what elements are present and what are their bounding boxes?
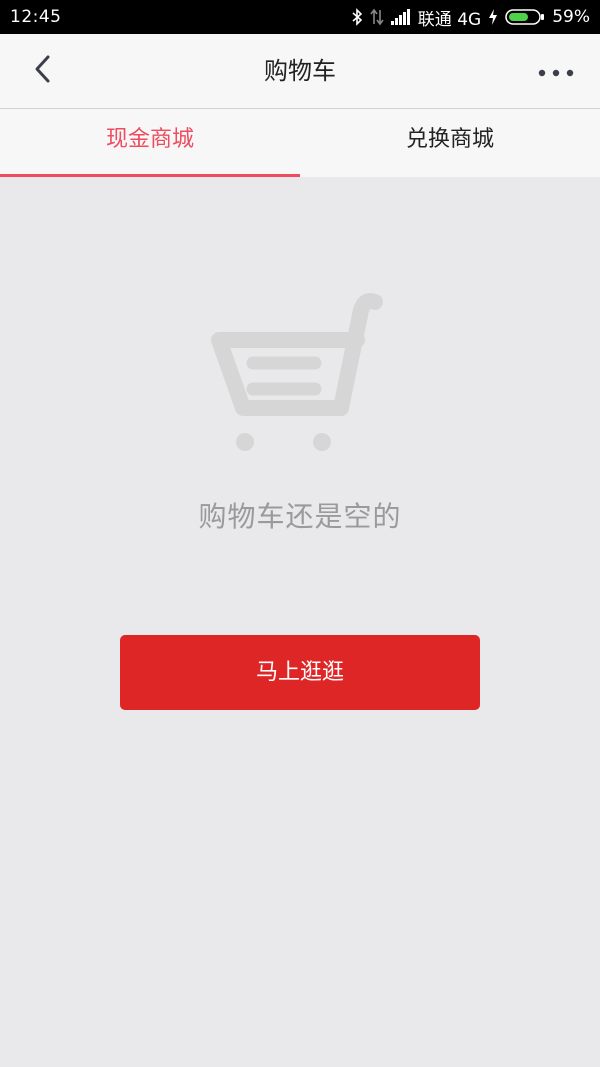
- status-bar: 12:45 联通 4G 59%: [0, 0, 600, 34]
- charging-icon: [488, 8, 498, 26]
- go-shopping-button[interactable]: 马上逛逛: [120, 635, 480, 710]
- signal-icon: [390, 9, 411, 25]
- tab-exchange-mall[interactable]: 兑换商城: [300, 109, 600, 177]
- status-time: 12:45: [10, 7, 62, 27]
- empty-cart-message: 购物车还是空的: [198, 500, 402, 533]
- battery-percent: 59%: [552, 7, 590, 27]
- tab-label: 现金商城: [105, 127, 194, 152]
- tab-bar: 现金商城 兑换商城: [0, 109, 600, 177]
- data-arrows-icon: [370, 8, 384, 26]
- more-button[interactable]: [534, 51, 578, 91]
- tab-active-indicator: [0, 174, 300, 177]
- tab-cash-mall[interactable]: 现金商城: [0, 109, 300, 177]
- carrier-label: 联通 4G: [417, 9, 482, 30]
- battery-icon: [505, 8, 545, 26]
- tab-label: 兑换商城: [405, 127, 494, 152]
- page-title: 购物车: [264, 57, 336, 85]
- more-dots-icon: [538, 62, 574, 81]
- shopping-cart-icon: [205, 290, 390, 464]
- nav-bar: 购物车: [0, 34, 600, 109]
- bluetooth-icon: [351, 8, 363, 26]
- status-icons: 联通 4G 59%: [351, 0, 590, 34]
